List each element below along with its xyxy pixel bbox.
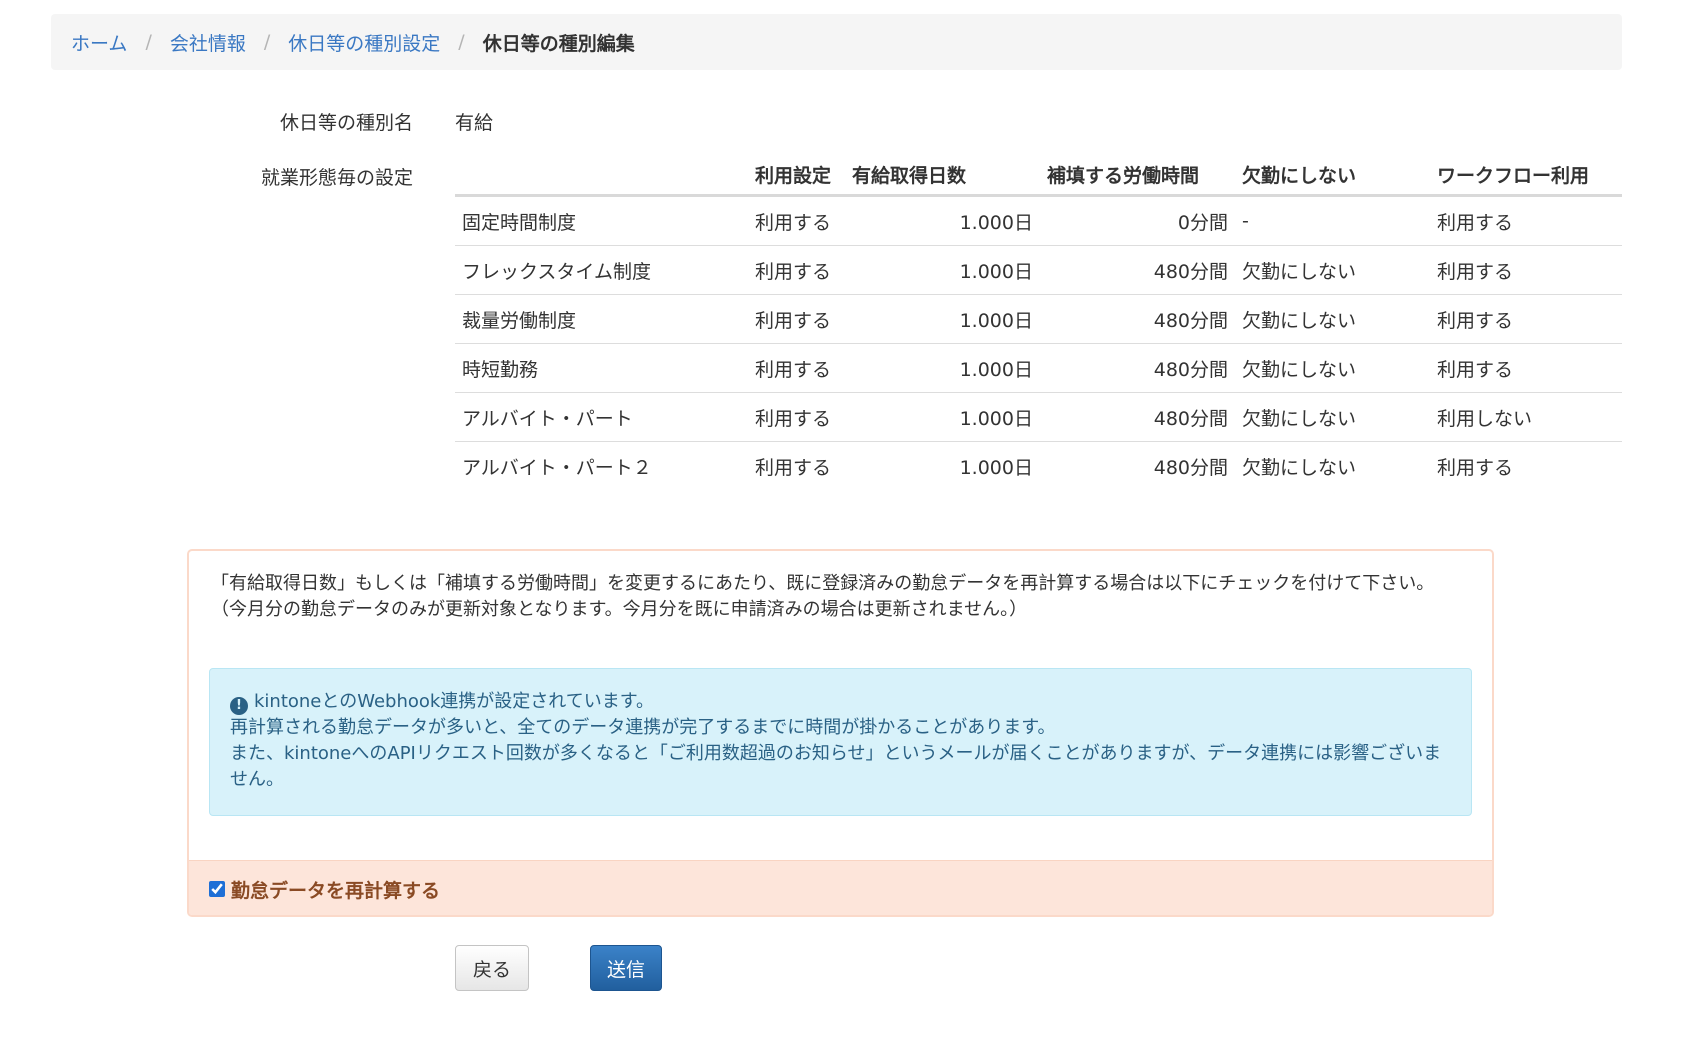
type-name-label: 休日等の種別名 (279, 112, 413, 134)
workflow-usage: 利用しない (1430, 392, 1622, 442)
not-absence: 欠勤にしない (1235, 245, 1430, 295)
webhook-info-alert: ! kintoneとのWebhook連携が設定されています。 再計算される勤怠デー… (209, 668, 1472, 816)
submit-button[interactable]: 送信 (590, 945, 662, 991)
work-style-name: 時短勤務 (455, 343, 748, 393)
table-row: 時短勤務 利用する 1.000日 480分間 欠勤にしない 利用する (455, 343, 1622, 393)
breadcrumb: ホーム / 会社情報 / 休日等の種別設定 / 休日等の種別編集 (51, 14, 1622, 70)
paid-days: 1.000日 (845, 392, 1040, 442)
recalculate-option: 勤怠データを再計算する (189, 860, 1492, 915)
back-button[interactable]: 戻る (455, 945, 529, 991)
webhook-info-line: また、kintoneへのAPIリクエスト回数が多くなると「ご利用数超過のお知らせ… (230, 743, 1442, 790)
compensated-hours: 480分間 (1040, 343, 1235, 393)
breadcrumb-company-link[interactable]: 会社情報 (170, 29, 246, 56)
table-header-cell: 補填する労働時間 (1040, 154, 1235, 197)
usage-setting: 利用する (748, 392, 845, 442)
table-header-cell: 欠勤にしない (1235, 154, 1430, 197)
work-style-name: フレックスタイム制度 (455, 245, 748, 295)
table-header-cell: 有給取得日数 (845, 154, 1040, 197)
recalculate-checkbox[interactable] (209, 881, 225, 897)
breadcrumb-separator: / (145, 31, 152, 53)
compensated-hours: 480分間 (1040, 294, 1235, 344)
table-header-cell: ワークフロー利用 (1430, 154, 1622, 197)
table-header-cell (455, 154, 748, 197)
exclamation-circle-icon: ! (230, 697, 248, 715)
usage-setting: 利用する (748, 195, 845, 246)
breadcrumb-separator: / (458, 31, 465, 53)
workflow-usage: 利用する (1430, 294, 1622, 344)
table-row: 固定時間制度 利用する 1.000日 0分間 - 利用する (455, 195, 1622, 246)
not-absence: - (1235, 195, 1430, 246)
webhook-info-text: kintoneとのWebhook連携が設定されています。 (254, 691, 654, 712)
not-absence: 欠勤にしない (1242, 456, 1357, 479)
compensated-hours: 480分間 (1040, 392, 1235, 442)
work-style-name: 固定時間制度 (455, 195, 748, 246)
webhook-info-line: ! kintoneとのWebhook連携が設定されています。 (230, 689, 1451, 715)
usage-setting: 利用する (748, 294, 845, 344)
paid-days: 1.000日 (845, 195, 1040, 246)
type-name-value: 有給 (455, 112, 494, 134)
paid-days: 1.000日 (845, 245, 1040, 295)
workflow-usage: 利用する (1430, 245, 1622, 295)
work-style-settings-table: 利用設定 有給取得日数 補填する労働時間 欠勤にしない ワークフロー利用 固定時… (455, 154, 1622, 490)
table-row: フレックスタイム制度 利用する 1.000日 480分間 欠勤にしない 利用する (455, 245, 1622, 295)
page: ホーム / 会社情報 / 休日等の種別設定 / 休日等の種別編集 休日等の種別名… (0, 0, 1700, 1038)
workflow-usage: 利用する (1430, 195, 1622, 246)
recalculation-notice-line: （今月分の勤怠データのみが更新対象となります。今月分を既に申請済みの場合は更新さ… (211, 599, 1028, 620)
paid-days: 1.000日 (845, 294, 1040, 344)
not-absence: 欠勤にしない (1235, 294, 1430, 344)
table-header-row: 利用設定 有給取得日数 補填する労働時間 欠勤にしない ワークフロー利用 (455, 154, 1622, 197)
breadcrumb-separator: / (263, 31, 271, 53)
table-header-cell: 利用設定 (748, 154, 845, 197)
compensated-hours: 0分間 (1040, 195, 1235, 246)
breadcrumb-current: 休日等の種別編集 (482, 32, 635, 55)
usage-setting: 利用する (748, 343, 845, 393)
workflow-usage: 利用する (1437, 456, 1514, 479)
table-row: 裁量労働制度 利用する 1.000日 480分間 欠勤にしない 利用する (455, 294, 1622, 344)
work-style-name: アルバイト・パート２ (462, 456, 652, 479)
compensated-hours: 480分間 (1153, 456, 1228, 479)
not-absence: 欠勤にしない (1235, 392, 1430, 442)
compensated-hours: 480分間 (1040, 245, 1235, 295)
webhook-info-line: 再計算される勤怠データが多いと、全てのデータ連携が完了するまでに時間が掛かること… (230, 717, 1056, 738)
workflow-usage: 利用する (1430, 343, 1622, 393)
work-style-name: アルバイト・パート (455, 392, 748, 442)
table-row: アルバイト・パート 利用する 1.000日 480分間 欠勤にしない 利用しない (455, 392, 1622, 442)
per-work-style-label: 就業形態毎の設定 (260, 167, 413, 189)
recalculation-notice: 「有給取得日数」もしくは「補填する労働時間」を変更するにあたり、既に登録済みの勤… (211, 571, 1471, 623)
recalculation-notice-line: 「有給取得日数」もしくは「補填する労働時間」を変更するにあたり、既に登録済みの勤… (211, 573, 1435, 594)
breadcrumb-home-link[interactable]: ホーム (71, 29, 127, 56)
not-absence: 欠勤にしない (1235, 343, 1430, 393)
recalculate-checkbox-label[interactable]: 勤怠データを再計算する (231, 876, 440, 903)
paid-days: 1.000日 (959, 456, 1033, 479)
usage-setting: 利用する (748, 245, 845, 295)
paid-days: 1.000日 (845, 343, 1040, 393)
breadcrumb-holiday-types-link[interactable]: 休日等の種別設定 (288, 29, 440, 56)
recalculation-panel: 「有給取得日数」もしくは「補填する労働時間」を変更するにあたり、既に登録済みの勤… (187, 549, 1494, 917)
work-style-name: 裁量労働制度 (455, 294, 748, 344)
usage-setting: 利用する (755, 456, 832, 479)
table-row: アルバイト・パート２ 利用する 1.000日 480分間 欠勤にしない 利用する (455, 442, 1622, 491)
